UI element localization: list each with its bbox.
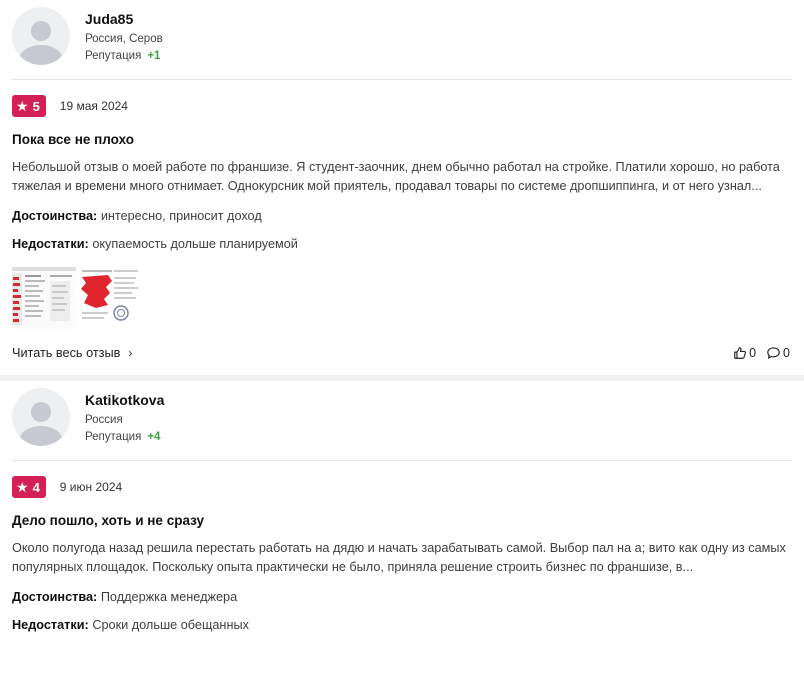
cons-label: Недостатки: [12, 618, 89, 632]
like-count: 0 [749, 346, 757, 360]
review-text: Небольшой отзыв о моей работе по франшиз… [12, 160, 780, 193]
pros-label: Достоинства: [12, 590, 98, 604]
review-images [12, 267, 792, 329]
like-button[interactable]: 0 [733, 346, 756, 360]
reputation-value: +1 [147, 50, 161, 62]
comment-icon [767, 347, 780, 359]
review-image-thumbnail[interactable] [12, 267, 76, 329]
review-author: Katikotkova Россия Репутация +4 [12, 381, 792, 451]
review-cons: Недостатки: Сроки дольше обещанных [12, 617, 792, 633]
divider [12, 79, 792, 80]
reputation-value: +4 [147, 431, 161, 443]
reputation-label: Репутация [85, 50, 142, 62]
review-title[interactable]: Дело пошло, хоть и не сразу [12, 512, 792, 529]
author-name[interactable]: Katikotkova [85, 392, 164, 409]
star-icon: ★ [16, 97, 29, 114]
author-reputation: Репутация +4 [85, 430, 164, 444]
read-more-label: Читать весь отзыв [12, 346, 121, 360]
author-reputation: Репутация +1 [85, 49, 163, 63]
review-author: Juda85 Россия, Серов Репутация +1 [12, 0, 792, 70]
review-title[interactable]: Пока все не плохо [12, 131, 792, 148]
review-pros: Достоинства: интересно, приносит доход [12, 208, 792, 224]
review-card: Juda85 Россия, Серов Репутация +1 ★ 5 19 … [0, 0, 804, 381]
rating-value: 4 [32, 479, 40, 495]
divider [12, 460, 792, 461]
avatar[interactable] [12, 388, 70, 446]
rating-value: 5 [32, 98, 40, 114]
author-location: Россия, Серов [85, 33, 163, 45]
review-cons: Недостатки: окупаемость дольше планируем… [12, 236, 792, 252]
pros-label: Достоинства: [12, 209, 98, 223]
chevron-right-icon: › [128, 346, 133, 360]
comment-button[interactable]: 0 [766, 346, 790, 360]
avatar[interactable] [12, 7, 70, 65]
rating-badge: ★ 4 [12, 476, 46, 498]
review-card: Katikotkova Россия Репутация +4 ★ 4 9 июн… [0, 381, 804, 633]
thumbs-up-icon [734, 347, 747, 359]
comment-count: 0 [783, 346, 790, 360]
pros-text: интересно, приносит доход [100, 209, 262, 223]
review-pros: Достоинства: Поддержка менеджера [12, 589, 792, 605]
cons-text: Сроки дольше обещанных [92, 618, 249, 632]
review-text: Около полугода назад решила перестать ра… [12, 541, 786, 574]
review-date: 19 мая 2024 [59, 99, 128, 113]
cons-text: окупаемость дольше планируемой [92, 237, 298, 251]
author-name[interactable]: Juda85 [85, 11, 163, 28]
rating-badge: ★ 5 [12, 95, 46, 117]
review-date: 9 июн 2024 [59, 480, 123, 494]
cons-label: Недостатки: [12, 237, 89, 251]
reputation-label: Репутация [85, 431, 142, 443]
author-location: Россия [85, 414, 123, 426]
read-more-link[interactable]: Читать весь отзыв › [12, 346, 132, 360]
star-icon: ★ [16, 478, 29, 495]
pros-text: Поддержка менеджера [100, 590, 238, 604]
review-image-thumbnail[interactable] [78, 267, 142, 329]
